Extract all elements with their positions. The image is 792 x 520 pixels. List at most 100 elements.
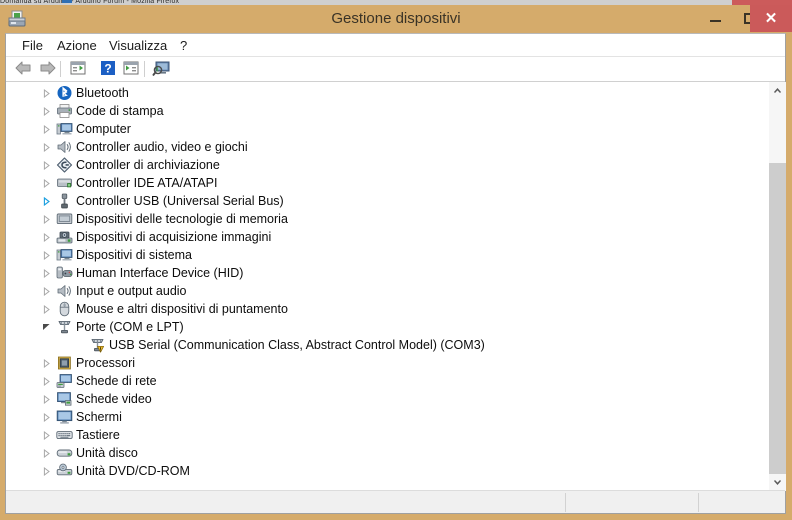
tree-category-item[interactable]: Controller USB (Universal Serial Bus): [6, 192, 768, 210]
scrollbar-track[interactable]: [769, 99, 786, 482]
storage-icon: [56, 157, 73, 173]
background-window-title: Domanda su Arduino - Arduino Forum - Moz…: [0, 0, 792, 3]
status-bar: [6, 490, 785, 513]
chevron-right-icon[interactable]: [42, 395, 51, 404]
tree-item-label: Processori: [76, 356, 136, 370]
tree-category-item[interactable]: Dispositivi di sistema: [6, 246, 768, 264]
tree-item-label: USB Serial (Communication Class, Abstrac…: [109, 338, 485, 352]
tree-category-item[interactable]: Tastiere: [6, 426, 768, 444]
hid-icon: [56, 265, 73, 281]
port-icon: [56, 319, 73, 335]
tree-item-label: Schermi: [76, 410, 122, 424]
memory-tech-icon: [56, 211, 73, 227]
forward-arrow-icon[interactable]: [37, 59, 59, 80]
chevron-right-icon[interactable]: [42, 179, 51, 188]
chevron-right-icon[interactable]: [42, 161, 51, 170]
tree-category-item[interactable]: Code di stampa: [6, 102, 768, 120]
chevron-right-icon[interactable]: [42, 413, 51, 422]
tree-category-item[interactable]: Unità disco: [6, 444, 768, 462]
scrollbar-thumb[interactable]: [769, 163, 786, 482]
menu-visualizza[interactable]: Visualizza: [103, 37, 173, 54]
speaker-icon: [56, 283, 73, 299]
tree-item-label: Code di stampa: [76, 104, 164, 118]
scanner-icon: [56, 229, 73, 245]
tree-category-item[interactable]: Unità DVD/CD-ROM: [6, 462, 768, 480]
chevron-right-icon[interactable]: [42, 233, 51, 242]
tree-category-item[interactable]: Controller di archiviazione: [6, 156, 768, 174]
tree-category-item[interactable]: Controller IDE ATA/ATAPI: [6, 174, 768, 192]
dvd-drive-icon: [56, 463, 73, 479]
chevron-down-icon[interactable]: [42, 323, 51, 332]
menu-file[interactable]: File: [16, 37, 49, 54]
chevron-right-icon[interactable]: [42, 251, 51, 260]
back-arrow-icon[interactable]: [14, 59, 36, 80]
chevron-right-icon[interactable]: [42, 305, 51, 314]
chevron-right-icon[interactable]: [42, 449, 51, 458]
tree-category-item[interactable]: Schede di rete: [6, 372, 768, 390]
menu-azione[interactable]: Azione: [51, 37, 103, 54]
vertical-scrollbar[interactable]: [768, 82, 786, 491]
status-separator-2: [698, 493, 699, 512]
tree-item-label: Human Interface Device (HID): [76, 266, 244, 280]
tree-item-label: Tastiere: [76, 428, 120, 442]
chevron-right-icon[interactable]: [42, 287, 51, 296]
tree-category-item[interactable]: Schede video: [6, 390, 768, 408]
chevron-right-icon[interactable]: [42, 431, 51, 440]
toolbar: ?: [6, 57, 785, 82]
display-adapter-icon: [56, 391, 73, 407]
chevron-right-icon[interactable]: [42, 467, 51, 476]
tree-item-label: Controller audio, video e giochi: [76, 140, 248, 154]
mouse-icon: [56, 301, 73, 317]
scroll-down-button[interactable]: [769, 474, 786, 491]
chevron-right-icon[interactable]: [42, 143, 51, 152]
background-window-accent: [62, 0, 72, 3]
chevron-right-icon[interactable]: [42, 359, 51, 368]
tree-item-label: Controller IDE ATA/ATAPI: [76, 176, 218, 190]
tree-item-label: Computer: [76, 122, 131, 136]
tree-category-item[interactable]: Human Interface Device (HID): [6, 264, 768, 282]
tree-item-label: Unità DVD/CD-ROM: [76, 464, 190, 478]
chevron-right-icon[interactable]: [42, 377, 51, 386]
tree-item-label: Schede video: [76, 392, 152, 406]
network-icon: [56, 373, 73, 389]
tree-item-label: Dispositivi di sistema: [76, 248, 193, 262]
scroll-up-button[interactable]: [769, 82, 786, 99]
tree-category-item[interactable]: Schermi: [6, 408, 768, 426]
tree-item-label: Controller di archiviazione: [76, 158, 220, 172]
minimize-button[interactable]: [698, 5, 732, 31]
tree-category-item[interactable]: Mouse e altri dispositivi di puntamento: [6, 300, 768, 318]
tree-category-item[interactable]: Bluetooth: [6, 84, 768, 102]
tree-item-label: Bluetooth: [76, 86, 129, 100]
help-icon[interactable]: ?: [98, 59, 120, 80]
close-button[interactable]: ✕: [750, 5, 792, 32]
status-separator-1: [565, 493, 566, 512]
chevron-right-icon[interactable]: [42, 107, 51, 116]
computer-icon: [56, 121, 73, 137]
disk-drive-icon: [56, 445, 73, 461]
show-hidden-devices-icon[interactable]: [121, 59, 143, 80]
chevron-right-icon[interactable]: [42, 197, 51, 206]
properties-icon[interactable]: [68, 59, 90, 80]
title-bar[interactable]: Gestione dispositivi ✕: [0, 5, 792, 33]
chevron-right-icon[interactable]: [42, 89, 51, 98]
tree-item-label: Unità disco: [76, 446, 138, 460]
chevron-right-icon[interactable]: [42, 125, 51, 134]
chevron-right-icon[interactable]: [42, 215, 51, 224]
svg-text:?: ?: [104, 62, 111, 76]
speaker-icon: [56, 139, 73, 155]
menu-help[interactable]: ?: [174, 37, 193, 54]
tree-category-item[interactable]: Porte (COM e LPT): [6, 318, 768, 336]
tree-child-item[interactable]: USB Serial (Communication Class, Abstrac…: [6, 336, 768, 354]
minimize-icon: [709, 20, 721, 22]
tree-category-item[interactable]: Dispositivi di acquisizione immagini: [6, 228, 768, 246]
tree-category-item[interactable]: Controller audio, video e giochi: [6, 138, 768, 156]
tree-item-label: Mouse e altri dispositivi di puntamento: [76, 302, 288, 316]
toolbar-separator-1: [60, 61, 61, 77]
tree-category-item[interactable]: Computer: [6, 120, 768, 138]
tree-category-item[interactable]: Input e output audio: [6, 282, 768, 300]
chevron-right-icon[interactable]: [42, 269, 51, 278]
tree-category-item[interactable]: Dispositivi delle tecnologie di memoria: [6, 210, 768, 228]
device-tree[interactable]: Bluetooth Code di stampa Computer Controlle…: [6, 82, 785, 491]
scan-hardware-icon[interactable]: [152, 59, 174, 80]
tree-category-item[interactable]: Processori: [6, 354, 768, 372]
